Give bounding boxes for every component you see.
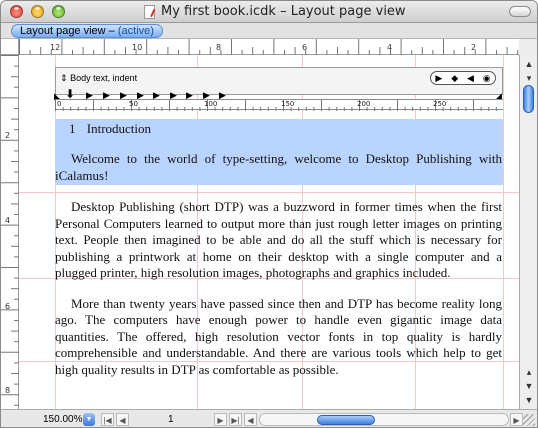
circle-dot-icon[interactable]: ◉ — [483, 73, 491, 84]
scroll-down-arrow-icon[interactable]: ▼ — [521, 393, 537, 407]
tab-status: (active) — [117, 25, 154, 37]
view-tab-bar: Layout page view – (active) — [1, 23, 537, 39]
ruler-label: 200 — [357, 100, 371, 108]
heading-number: 1 — [69, 121, 76, 136]
paragraph-style-label: Body text, indent — [70, 73, 138, 83]
scroll-right-arrow-icon[interactable]: ▶ — [510, 413, 523, 426]
horizontal-ruler[interactable]: 12 10 8 6 4 2 — [19, 39, 519, 55]
scroll-left-arrow-icon[interactable]: ◀ — [244, 413, 257, 426]
vertical-scroll-thumb[interactable] — [523, 85, 534, 113]
ruler-label: 250 — [433, 100, 447, 108]
page-down-arrow-icon[interactable]: ▴ — [521, 365, 537, 379]
zoom-level[interactable]: 150.00% — [43, 414, 82, 425]
scroll-down-arrow-icon[interactable]: ▼ — [521, 379, 537, 393]
document-canvas[interactable]: ⇕ Body text, indent ▶ ◆ ◀ ◉ ◣ ⬇ ▶ ▶ ▶ ▶ … — [19, 55, 519, 409]
alignment-buttons[interactable]: ▶ ◆ ◀ ◉ — [430, 71, 496, 85]
layout-window: My first book.icdk – Layout page view La… — [0, 0, 538, 428]
reverse-play-icon[interactable]: ◀ — [467, 73, 474, 84]
last-page-icon[interactable]: ▶| — [229, 413, 242, 426]
horizontal-scrollbar[interactable] — [259, 413, 509, 426]
scroll-up-arrow-icon[interactable]: ▲ — [521, 57, 537, 71]
title-bar[interactable]: My first book.icdk – Layout page view — [1, 1, 537, 23]
text-content[interactable]: 1 Introduction Welcome to the world of t… — [55, 119, 503, 378]
tab-label: Layout page view – — [20, 25, 115, 37]
ruler-label: 8 — [5, 386, 11, 395]
horizontal-scroll-thumb[interactable] — [317, 415, 375, 425]
chapter-heading[interactable]: 1 Introduction — [55, 119, 503, 137]
text-frame[interactable]: ⇕ Body text, indent ▶ ◆ ◀ ◉ ◣ ⬇ ▶ ▶ ▶ ▶ … — [54, 67, 503, 409]
body-paragraph[interactable]: More than twenty years have passed since… — [55, 282, 503, 379]
ruler-origin-corner[interactable] — [1, 39, 19, 55]
ruler-label: 50 — [129, 100, 138, 108]
text-frame-ruler: 0 50 100 150 200 250 — [55, 99, 503, 111]
diamond-icon[interactable]: ◆ — [451, 73, 458, 84]
resize-grip-icon[interactable] — [523, 414, 535, 426]
ruler-label: 2 — [471, 43, 477, 52]
ruler-label: 8 — [216, 43, 222, 52]
ruler-label: 4 — [5, 216, 11, 225]
page-number[interactable]: 1 — [168, 414, 174, 425]
ruler-label: 10 — [132, 43, 143, 52]
status-bar: 150.00% ▼ |◀ ◀ 1 ▶ ▶| ◀ ▶ — [1, 409, 537, 427]
toolbar-toggle-button[interactable] — [509, 6, 531, 17]
vertical-ruler-ticks — [1, 55, 19, 406]
ruler-label: 4 — [387, 43, 393, 52]
play-icon[interactable]: ▶ — [435, 73, 442, 84]
previous-page-icon[interactable]: ◀ — [116, 413, 129, 426]
paragraph-style-selector[interactable]: ⇕ Body text, indent — [60, 73, 137, 84]
tab-layout-page-view[interactable]: Layout page view – (active) — [11, 24, 163, 38]
page-up-arrow-icon[interactable]: ▾ — [521, 71, 537, 85]
guide-line — [503, 55, 504, 409]
horizontal-ruler-ticks — [19, 39, 519, 55]
heading-text: Introduction — [86, 121, 152, 136]
ruler-label: 6 — [5, 302, 11, 311]
minimize-window-button[interactable] — [31, 5, 44, 18]
ruler-label: 2 — [5, 131, 11, 140]
body-paragraph[interactable]: Desktop Publishing (short DTP) was a buz… — [55, 185, 503, 282]
window-title: My first book.icdk – Layout page view — [161, 4, 406, 19]
first-page-icon[interactable]: |◀ — [101, 413, 114, 426]
zoom-window-button[interactable] — [52, 5, 65, 18]
zoom-dropdown-icon[interactable]: ▼ — [83, 413, 95, 426]
document-proxy-icon[interactable] — [144, 5, 155, 19]
ruler-label: 0 — [57, 100, 62, 108]
first-line-indent-marker-icon[interactable]: ⬇ — [65, 88, 75, 100]
stepper-icon: ⇕ — [60, 73, 68, 83]
ruler-label: 100 — [204, 100, 218, 108]
ruler-label: 6 — [302, 43, 308, 52]
vertical-scrollbar[interactable]: ▲ ▾ ▴ ▼ ▼ — [519, 55, 537, 409]
ruler-label: 12 — [50, 43, 61, 52]
close-window-button[interactable] — [10, 5, 23, 18]
next-page-icon[interactable]: ▶ — [214, 413, 227, 426]
selected-paragraph[interactable]: Welcome to the world of type-setting, we… — [55, 137, 503, 185]
ruler-label: 150 — [281, 100, 295, 108]
vertical-ruler[interactable]: 2 4 6 8 — [1, 55, 19, 409]
